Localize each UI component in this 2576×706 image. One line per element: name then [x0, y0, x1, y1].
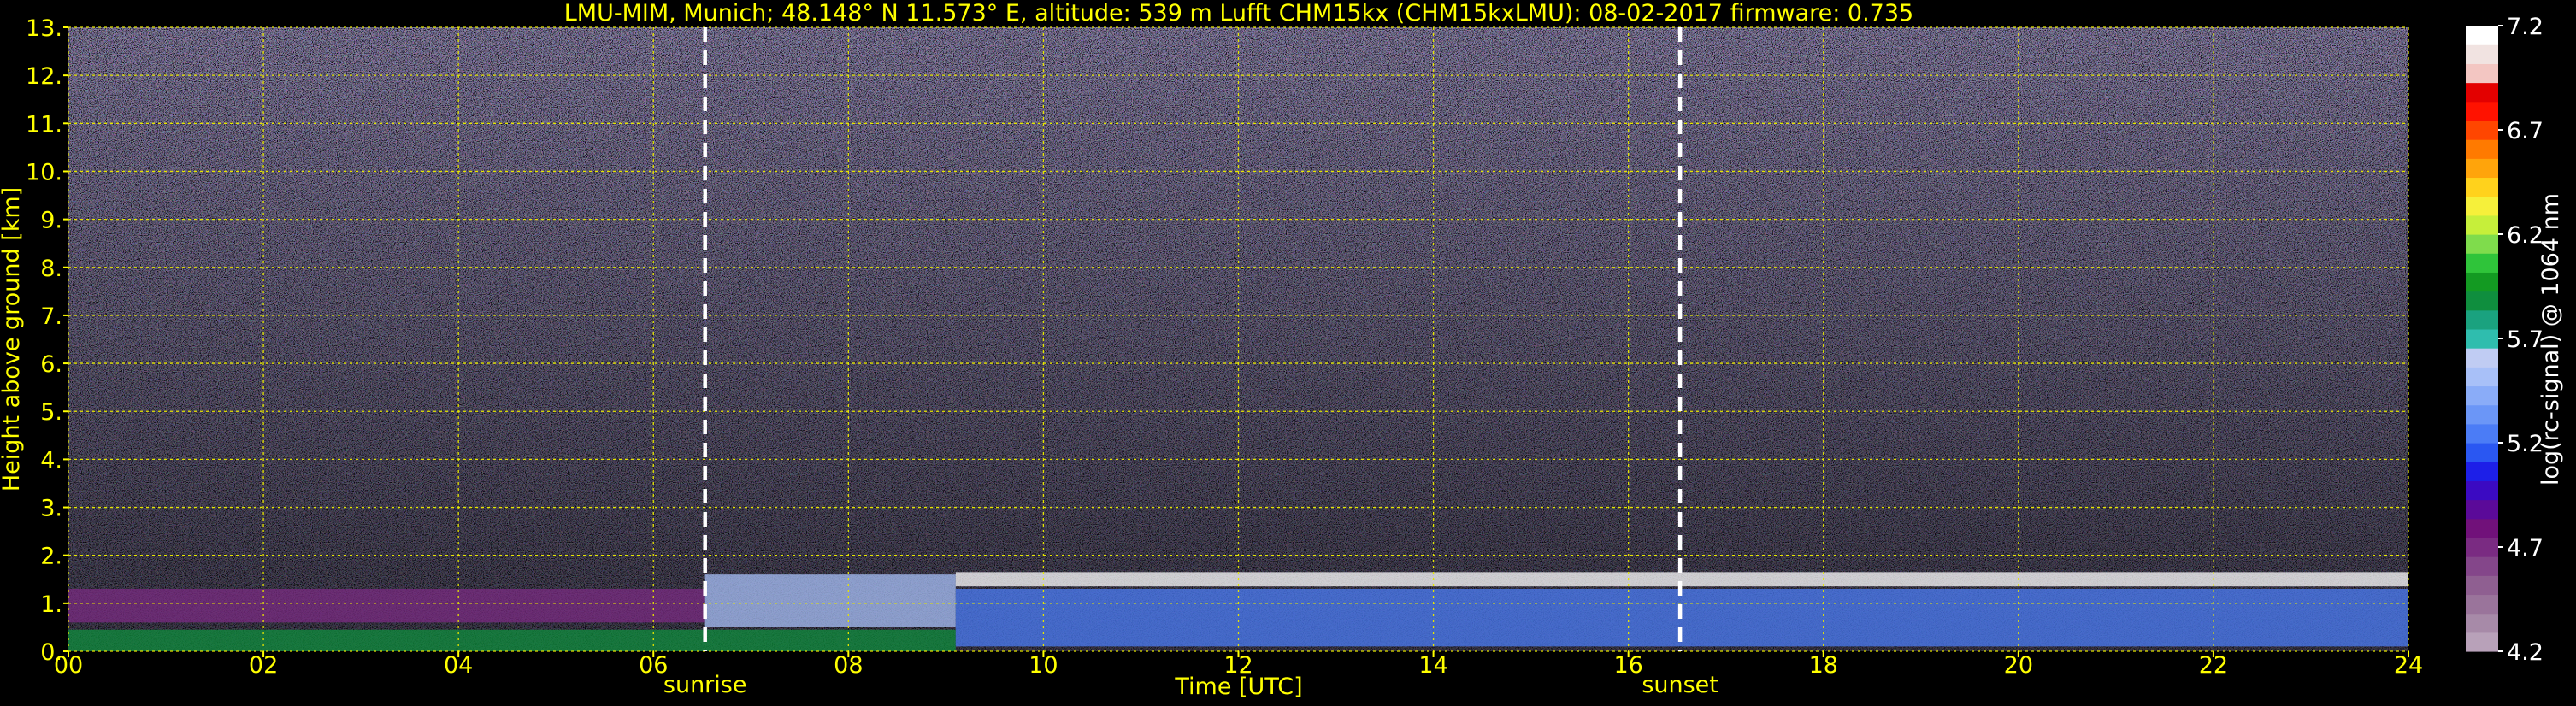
x-tick-label: 08: [834, 652, 863, 679]
colorbar: 4.24.75.25.76.26.77.2: [2466, 14, 2544, 666]
y-tick-label: 7.: [40, 303, 62, 330]
colorbar-segment: [2466, 575, 2498, 596]
colorbar-segment: [2466, 139, 2498, 159]
y-tick-label: 4.: [40, 447, 62, 474]
colorbar-tick-label: 6.7: [2507, 118, 2544, 144]
signal-layer-aerosol-layer: [68, 589, 705, 623]
x-tick-label: 14: [1418, 652, 1447, 679]
colorbar-segment: [2466, 26, 2498, 45]
sunrise-label: sunrise: [663, 672, 747, 698]
colorbar-segment: [2466, 215, 2498, 235]
y-tick-label: 9.: [40, 208, 62, 234]
y-tick-label: 13.: [26, 15, 62, 42]
colorbar-segment: [2466, 234, 2498, 254]
colorbar-segment: [2466, 367, 2498, 387]
colorbar-segment: [2466, 44, 2498, 64]
x-tick-label: 06: [639, 652, 668, 679]
colorbar-segment: [2466, 594, 2498, 615]
x-tick-label: 10: [1029, 652, 1058, 679]
x-tick-label: 18: [1809, 652, 1838, 679]
y-tick-label: 6.: [40, 351, 62, 378]
signal-layer-surface-layer: [68, 629, 956, 651]
colorbar-segment: [2466, 480, 2498, 501]
colorbar-segment: [2466, 423, 2498, 444]
x-tick-label: 16: [1613, 652, 1642, 679]
y-tick-label: 11.: [26, 111, 62, 138]
colorbar-segment: [2466, 328, 2498, 349]
colorbar-segment: [2466, 158, 2498, 179]
colorbar-segment: [2466, 499, 2498, 520]
x-tick-label: 00: [54, 652, 83, 679]
plot-area: sunrise sunset: [68, 26, 2409, 698]
colorbar-segment: [2466, 632, 2498, 652]
y-tick-label: 5.: [40, 399, 62, 426]
colorbar-segment: [2466, 518, 2498, 538]
colorbar-tick-label: 4.2: [2507, 639, 2544, 666]
colorbar-tick-label: 4.7: [2507, 535, 2544, 562]
y-tick-label: 10.: [26, 159, 62, 185]
colorbar-segment: [2466, 291, 2498, 311]
colorbar-segment: [2466, 537, 2498, 557]
x-tick-label: 20: [2004, 652, 2033, 679]
colorbar-segment: [2466, 404, 2498, 425]
x-axis-label: Time [UTC]: [1174, 674, 1302, 700]
colorbar-segment: [2466, 613, 2498, 633]
y-tick-label: 8.: [40, 256, 62, 282]
sunset-label: sunset: [1642, 672, 1718, 698]
colorbar-segment: [2466, 253, 2498, 273]
colorbar-segment: [2466, 82, 2498, 103]
colorbar-tick-label: 7.2: [2507, 14, 2544, 40]
y-axis-label: Height above ground [km]: [0, 187, 25, 491]
x-tick-label: 04: [444, 652, 473, 679]
signal-layer-morning-mixed-layer: [704, 574, 956, 627]
colorbar-segment: [2466, 462, 2498, 481]
colorbar-segment: [2466, 196, 2498, 216]
y-tick-label: 12.: [26, 63, 62, 90]
colorbar-segment: [2466, 120, 2498, 140]
colorbar-segment: [2466, 556, 2498, 576]
signal-layer-cloud-layer: [955, 572, 2408, 587]
y-tick-label: 1.: [40, 591, 62, 618]
colorbar-segment: [2466, 63, 2498, 84]
y-axis: 0.1.2.3.4.5.6.7.8.9.10.11.12.13.: [26, 15, 68, 666]
colorbar-segment: [2466, 309, 2498, 330]
colorbar-segment: [2466, 177, 2498, 197]
colorbar-segment: [2466, 348, 2498, 368]
colorbar-segment: [2466, 385, 2498, 406]
colorbar-segment: [2466, 272, 2498, 292]
colorbar-segment: [2466, 443, 2498, 462]
x-tick-label: 24: [2394, 652, 2423, 679]
y-tick-label: 2.: [40, 544, 62, 570]
signal-layer-boundary-layer: [955, 589, 2408, 647]
lidar-chart: LMU-MIM, Munich; 48.148° N 11.573° E, al…: [0, 0, 2564, 700]
y-tick-label: 3.: [40, 496, 62, 522]
x-tick-label: 02: [249, 652, 278, 679]
colorbar-segment: [2466, 101, 2498, 121]
colorbar-label: log(rc-signal) @ 1064 nm: [2538, 193, 2564, 485]
x-tick-label: 22: [2199, 652, 2228, 679]
chart-title: LMU-MIM, Munich; 48.148° N 11.573° E, al…: [564, 0, 1913, 26]
